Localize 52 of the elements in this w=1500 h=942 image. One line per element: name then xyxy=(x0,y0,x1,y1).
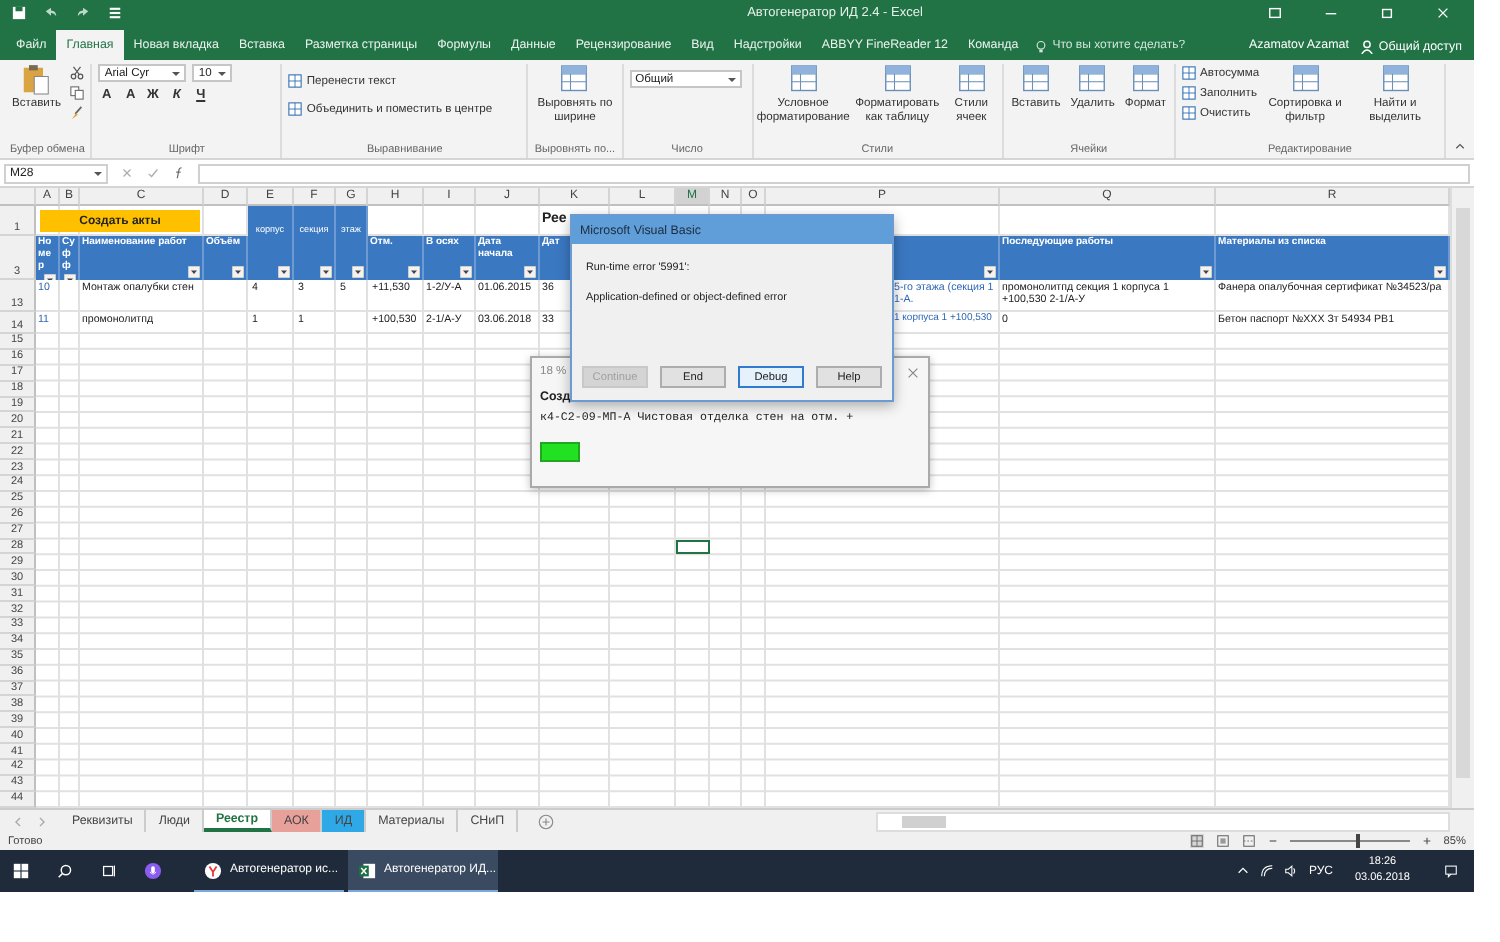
search-icon[interactable] xyxy=(56,862,74,880)
filter-button-icon[interactable] xyxy=(1434,266,1446,278)
lightbulb-icon xyxy=(1036,39,1047,53)
person-icon xyxy=(1360,39,1375,53)
table-icon xyxy=(1182,66,1196,80)
filter-button-icon[interactable] xyxy=(188,266,200,278)
ribbon-options-icon[interactable] xyxy=(1268,6,1282,20)
scissors-icon[interactable] xyxy=(69,66,84,80)
filter-button-icon[interactable] xyxy=(320,266,332,278)
network-icon[interactable] xyxy=(1260,864,1275,878)
table-icon xyxy=(1182,86,1196,100)
spreadsheet-icon xyxy=(358,861,376,879)
brush-icon[interactable] xyxy=(69,106,84,120)
add-sheet-icon[interactable] xyxy=(538,813,555,829)
speaker-icon[interactable] xyxy=(1284,864,1299,878)
function-icon[interactable] xyxy=(172,166,186,180)
table-icon xyxy=(288,102,303,116)
zoom-thumb[interactable] xyxy=(1355,834,1360,848)
notification-icon[interactable] xyxy=(1444,864,1458,878)
filter-button-icon[interactable] xyxy=(408,266,420,278)
task-view-icon[interactable] xyxy=(100,862,118,880)
microphone-icon[interactable] xyxy=(144,862,162,880)
copy-icon[interactable] xyxy=(69,86,84,100)
save-icon[interactable] xyxy=(12,6,26,20)
chevron-up-icon[interactable] xyxy=(1236,864,1251,878)
filter-button-icon[interactable] xyxy=(352,266,364,278)
collapse-icon[interactable] xyxy=(1454,140,1466,152)
filter-button-icon[interactable] xyxy=(232,266,244,278)
filter-button-icon[interactable] xyxy=(1200,266,1212,278)
formula-field[interactable] xyxy=(198,163,1470,183)
filter-button-icon[interactable] xyxy=(460,266,472,278)
undo-icon[interactable] xyxy=(44,6,58,20)
page-layout-icon[interactable] xyxy=(1215,834,1230,848)
minus-icon[interactable] xyxy=(1267,836,1278,846)
restore-icon[interactable] xyxy=(1380,6,1394,20)
horizontal-scrollbar[interactable] xyxy=(876,811,1450,831)
page-break-icon[interactable] xyxy=(1241,834,1256,848)
close-icon[interactable] xyxy=(906,365,920,379)
redo-icon[interactable] xyxy=(76,6,90,20)
selected-cell[interactable] xyxy=(676,539,710,555)
vertical-scrollbar[interactable] xyxy=(1450,188,1474,808)
plus-icon[interactable] xyxy=(1421,836,1432,846)
filter-button-icon[interactable] xyxy=(278,266,290,278)
progress-indicator xyxy=(540,442,580,462)
browser-icon xyxy=(204,861,222,879)
filter-button-icon[interactable] xyxy=(524,266,536,278)
table-icon xyxy=(1182,106,1196,120)
check-icon[interactable] xyxy=(146,166,160,180)
start-icon[interactable] xyxy=(12,862,30,880)
normal-view-icon[interactable] xyxy=(1189,834,1204,848)
table-icon xyxy=(288,74,303,88)
filter-button-icon[interactable] xyxy=(984,266,996,278)
